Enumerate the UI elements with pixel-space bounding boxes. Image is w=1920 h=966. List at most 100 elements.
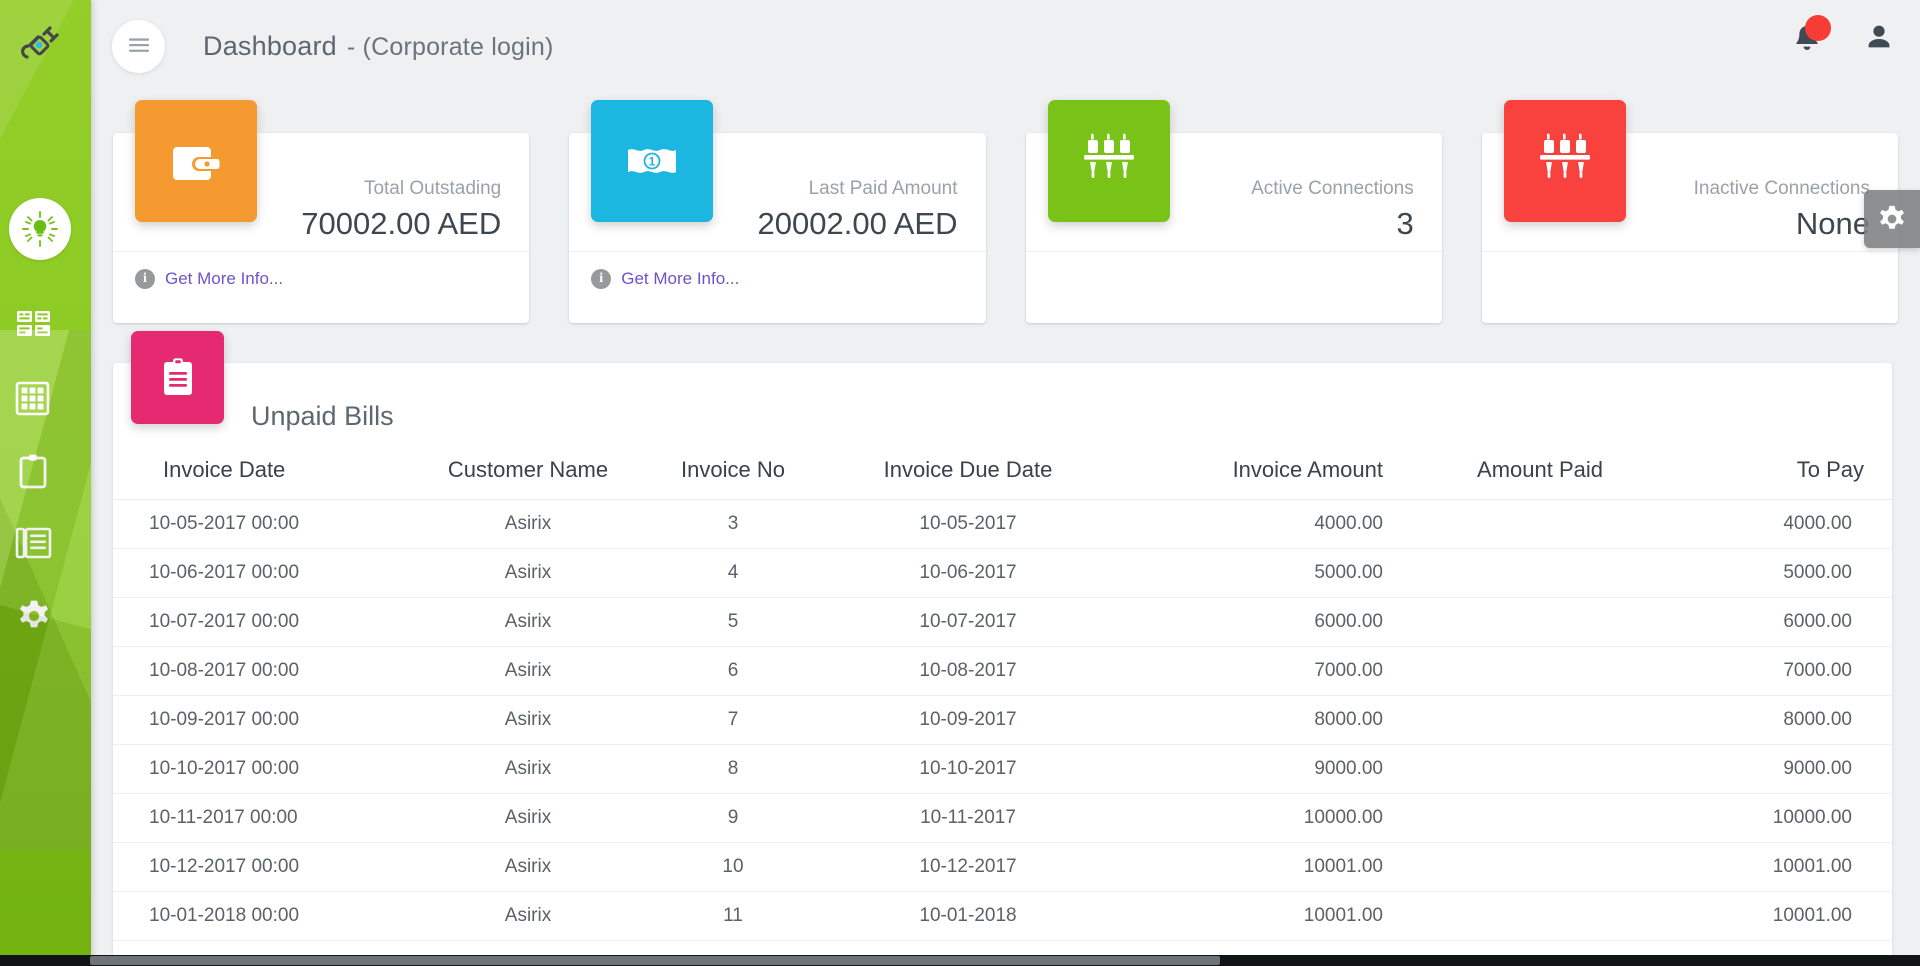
table-row[interactable]: 10-10-2017 00:00 Asirix 8 10-10-2017 9000.00… [113, 744, 1892, 794]
unpaid-bills-table: Invoice Date Customer Name Invoice No In… [113, 451, 1892, 966]
cell-customer-name: Asirix [413, 793, 643, 843]
sidebar-item-settings[interactable] [0, 580, 91, 652]
sidebar-item-reports[interactable] [0, 508, 91, 580]
cell-amount-paid [1383, 695, 1603, 745]
column-header-invoice-due-date[interactable]: Invoice Due Date [823, 451, 1113, 500]
cell-amount-paid [1383, 842, 1603, 892]
gear-icon [1880, 205, 1904, 229]
cell-invoice-due-date: 10-11-2017 [823, 793, 1113, 843]
cell-customer-name: Asirix [413, 646, 643, 696]
kpi-card-inactive-connections[interactable]: Inactive Connections None [1481, 100, 1898, 323]
column-header-invoice-amount[interactable]: Invoice Amount [1113, 451, 1383, 500]
gear-icon [20, 600, 48, 628]
table-row[interactable]: 10-11-2017 00:00 Asirix 9 10-11-2017 10000.0… [113, 793, 1892, 843]
table-row[interactable]: 10-08-2017 00:00 Asirix 6 10-08-2017 7000.00… [113, 646, 1892, 696]
kpi-value: 70002.00 AED [301, 205, 502, 241]
hamburger-menu-button[interactable] [112, 19, 165, 73]
kpi-cards-row: Total Outstading 70002.00 AED i Get More… [91, 94, 1920, 323]
table-row[interactable]: 10-01-2018 00:00 Asirix 11 10-01-2018 10001.… [113, 891, 1892, 941]
cell-invoice-date: 10-10-2017 00:00 [113, 744, 413, 794]
svg-text:1: 1 [649, 155, 656, 169]
notification-badge [1805, 14, 1831, 41]
table-row[interactable]: 10-06-2017 00:00 Asirix 4 10-06-2017 5000.00… [113, 548, 1892, 598]
sidebar-item-bills[interactable] [0, 436, 91, 508]
dashboard-grid-icon [17, 311, 50, 336]
cell-amount-paid [1383, 891, 1603, 941]
cell-invoice-date: 10-05-2017 00:00 [113, 499, 413, 549]
account-button[interactable] [1864, 22, 1894, 57]
cell-to-pay: 4000.00 [1603, 499, 1892, 549]
cell-invoice-date: 10-12-2017 00:00 [113, 842, 413, 892]
table-grid-icon [15, 381, 50, 416]
cell-invoice-date: 10-01-2018 00:00 [113, 891, 413, 941]
cell-amount-paid [1383, 744, 1603, 794]
cell-invoice-due-date: 10-12-2017 [823, 842, 1113, 892]
info-icon: i [135, 269, 155, 289]
lightbulb-badge[interactable] [9, 198, 71, 260]
cell-invoice-due-date: 10-09-2017 [823, 695, 1113, 745]
plug-cable-icon [21, 26, 59, 59]
cell-invoice-amount: 10001.00 [1113, 891, 1383, 941]
kpi-value: 20002.00 AED [757, 205, 958, 241]
scrollbar-thumb[interactable] [90, 956, 1220, 965]
horizontal-scrollbar[interactable] [0, 955, 1920, 966]
cell-invoice-no: 6 [643, 646, 823, 696]
sidebar [0, 0, 91, 966]
cell-amount-paid [1383, 597, 1603, 647]
sidebar-item-grid[interactable] [0, 364, 91, 436]
cell-invoice-due-date: 10-07-2017 [823, 597, 1113, 647]
kpi-text: Inactive Connections None [1694, 178, 1870, 241]
cell-invoice-date: 10-07-2017 00:00 [113, 597, 413, 647]
kpi-label: Total Outstading [363, 178, 502, 199]
get-more-info-label: Get More Info... [165, 269, 284, 288]
topbar-actions [1792, 14, 1894, 57]
brand-logo[interactable] [8, 16, 70, 78]
table-row[interactable]: 10-09-2017 00:00 Asirix 7 10-09-2017 8000.00… [113, 695, 1892, 745]
column-header-customer-name[interactable]: Customer Name [413, 451, 643, 500]
cell-customer-name: Asirix [413, 891, 643, 941]
cell-invoice-date: 10-09-2017 00:00 [113, 695, 413, 745]
cell-invoice-amount: 7000.00 [1113, 646, 1383, 696]
cell-invoice-amount: 10001.00 [1113, 842, 1383, 892]
cell-invoice-due-date: 10-08-2017 [823, 646, 1113, 696]
get-more-info-link[interactable]: i Get More Info... [135, 269, 283, 289]
unpaid-bills-table-wrap: Invoice Date Customer Name Invoice No In… [113, 363, 1892, 966]
cell-to-pay: 10000.00 [1603, 793, 1892, 843]
cell-to-pay: 6000.00 [1603, 597, 1892, 647]
kpi-card-active-connections[interactable]: Active Connections 3 [1025, 100, 1442, 323]
cell-to-pay: 9000.00 [1603, 744, 1892, 794]
cell-amount-paid [1383, 548, 1603, 598]
cell-invoice-due-date: 10-10-2017 [823, 744, 1113, 794]
kpi-value: 3 [1396, 205, 1414, 241]
kpi-card-total-outstanding[interactable]: Total Outstading 70002.00 AED i Get More… [113, 100, 530, 323]
info-icon: i [591, 269, 612, 289]
wallet-icon [173, 147, 220, 180]
cell-invoice-amount: 10000.00 [1113, 793, 1383, 843]
cell-amount-paid [1383, 793, 1603, 843]
table-head: Invoice Date Customer Name Invoice No In… [113, 451, 1892, 500]
get-more-info-label: Get More Info... [621, 269, 740, 288]
column-header-invoice-date[interactable]: Invoice Date [113, 451, 413, 500]
table-row[interactable]: 10-07-2017 00:00 Asirix 5 10-07-2017 6000.00… [113, 597, 1892, 647]
table-row[interactable]: 10-12-2017 00:00 Asirix 10 10-12-2017 10001.… [113, 842, 1892, 892]
column-header-invoice-no[interactable]: Invoice No [643, 451, 823, 500]
cell-to-pay: 10001.00 [1603, 842, 1892, 892]
cell-to-pay: 10001.00 [1603, 891, 1892, 941]
page-title-main: Dashboard [203, 30, 337, 61]
kpi-card-last-paid-amount[interactable]: 1 Last Paid Amount 20002.00 AED i Get Mo… [569, 100, 986, 323]
topbar: Dashboard - (Corporate login) [91, 0, 1920, 92]
floating-settings-button[interactable] [1864, 190, 1920, 248]
table-row[interactable]: 10-05-2017 00:00 Asirix 3 10-05-2017 4000.00… [113, 499, 1892, 549]
sidebar-item-dashboard[interactable] [0, 292, 91, 364]
notifications-button[interactable] [1792, 14, 1831, 57]
kpi-text: Active Connections 3 [1251, 178, 1414, 241]
cell-invoice-due-date: 10-06-2017 [823, 548, 1113, 598]
column-header-amount-paid[interactable]: Amount Paid [1383, 451, 1603, 500]
kpi-text: Total Outstading 70002.00 AED [301, 178, 502, 241]
cell-invoice-no: 8 [643, 744, 823, 794]
get-more-info-link[interactable]: i Get More Info... [591, 269, 739, 289]
kpi-icon-tile [1047, 100, 1170, 222]
column-header-to-pay[interactable]: To Pay [1603, 451, 1892, 500]
plugs-icon [1539, 133, 1590, 178]
hamburger-menu-icon [128, 38, 149, 52]
